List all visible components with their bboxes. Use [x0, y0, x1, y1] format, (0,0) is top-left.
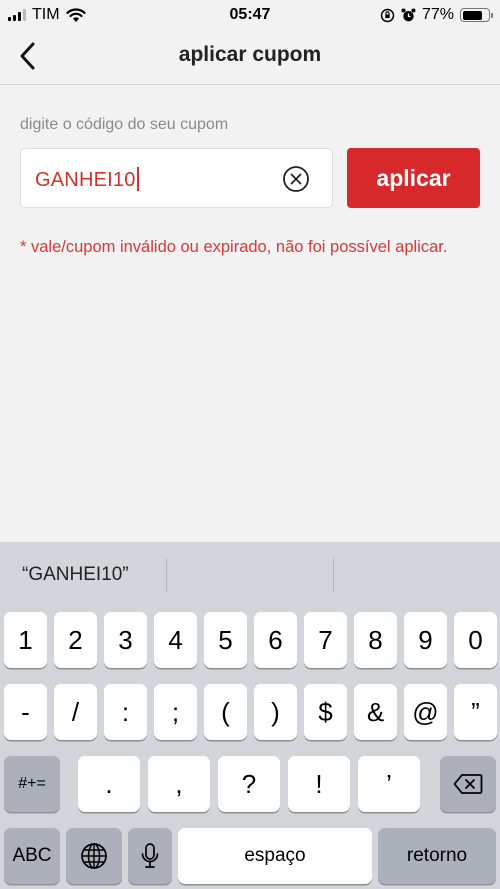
suggestion-item[interactable]: “GANHEI10”	[22, 564, 129, 586]
keyboard-key[interactable]: -	[4, 684, 47, 740]
keyboard-key[interactable]: 8	[354, 612, 397, 668]
keyboard-key[interactable]: 4	[154, 612, 197, 668]
suggestion-divider	[333, 558, 334, 592]
keyboard-key[interactable]: 7	[304, 612, 347, 668]
keyboard-key[interactable]: /	[54, 684, 97, 740]
symbols-mode-key[interactable]: #+=	[4, 756, 60, 812]
backspace-key[interactable]	[440, 756, 496, 812]
wifi-icon	[65, 7, 86, 22]
keyboard-key[interactable]: ;	[154, 684, 197, 740]
globe-key[interactable]	[66, 828, 122, 884]
abc-key[interactable]: ABC	[4, 828, 60, 884]
keyboard-key[interactable]: 2	[54, 612, 97, 668]
apply-button[interactable]: aplicar	[347, 148, 480, 208]
coupon-label: digite o código do seu cupom	[20, 116, 229, 133]
return-key[interactable]: retorno	[378, 828, 496, 884]
keyboard-key[interactable]: @	[404, 684, 447, 740]
keyboard-key[interactable]: 9	[404, 612, 447, 668]
space-key[interactable]: espaço	[178, 828, 372, 884]
microphone-icon	[141, 843, 159, 868]
page-title: aplicar cupom	[178, 43, 322, 66]
coupon-input-value: GANHEI10	[35, 167, 139, 192]
keyboard-key[interactable]: 1	[4, 612, 47, 668]
keyboard-key[interactable]: &	[354, 684, 397, 740]
keyboard-key[interactable]: 3	[104, 612, 147, 668]
keyboard: “GANHEI10” 1234567890 - /:;() $ & @” #+= .,?…	[0, 542, 500, 889]
battery-icon	[460, 8, 493, 22]
nav-bar: aplicar cupom	[0, 30, 500, 85]
keyboard-key[interactable]: $	[304, 684, 347, 740]
alarm-icon	[401, 8, 416, 21]
suggestion-bar: “GANHEI10”	[0, 542, 500, 606]
status-bar: TIM 05:47 77%	[0, 0, 500, 30]
suggestion-divider	[166, 558, 167, 592]
backspace-icon	[453, 774, 483, 794]
coupon-input[interactable]: GANHEI10	[20, 148, 333, 208]
keyboard-key[interactable]: )	[254, 684, 297, 740]
keyboard-key[interactable]: !	[288, 756, 350, 812]
clear-icon[interactable]	[282, 165, 310, 193]
error-message: * vale/cupom inválido ou expirado, não f…	[20, 238, 448, 256]
orientation-lock-icon	[380, 8, 395, 22]
keyboard-key[interactable]: :	[104, 684, 147, 740]
keyboard-key[interactable]: .	[78, 756, 140, 812]
status-right: 77%	[380, 6, 493, 24]
keyboard-key[interactable]: 6	[254, 612, 297, 668]
globe-icon	[81, 843, 107, 869]
coupon-input-text: GANHEI10	[35, 169, 136, 191]
keyboard-key[interactable]: ’	[358, 756, 420, 812]
keyboard-key[interactable]: ,	[148, 756, 210, 812]
signal-icon	[8, 9, 26, 21]
keyboard-key[interactable]: (	[204, 684, 247, 740]
microphone-key[interactable]	[128, 828, 172, 884]
battery-fill	[462, 10, 482, 20]
keyboard-key[interactable]: 5	[204, 612, 247, 668]
keyboard-key[interactable]: 0	[454, 612, 497, 668]
keyboard-key[interactable]: ?	[218, 756, 280, 812]
keyboard-key[interactable]: ”	[454, 684, 497, 740]
carrier-label: TIM	[32, 6, 60, 23]
text-caret	[136, 167, 139, 191]
status-left: TIM	[8, 6, 86, 24]
battery-percent: 77%	[421, 6, 454, 23]
